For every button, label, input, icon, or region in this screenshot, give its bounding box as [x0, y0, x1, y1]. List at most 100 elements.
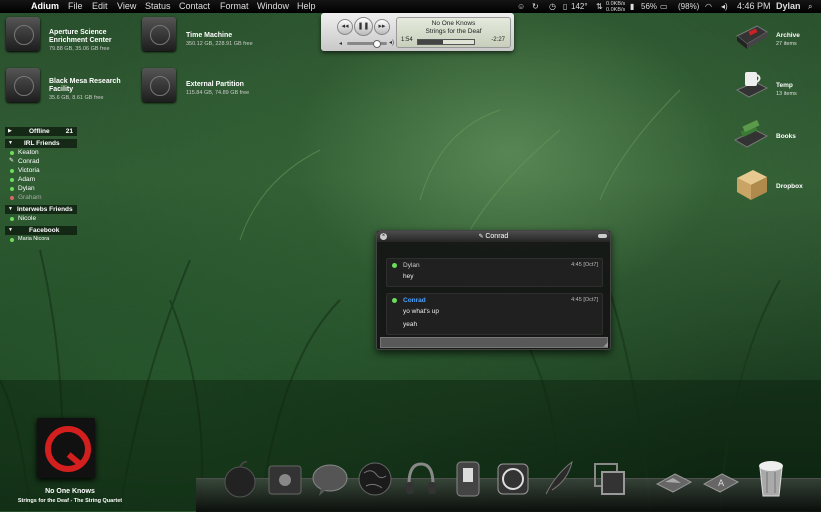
volume-low-icon: ◂ [339, 41, 343, 47]
contact-adam[interactable]: Adam [5, 175, 77, 184]
battery-percent[interactable]: (98%) [678, 0, 699, 13]
thermometer-icon[interactable]: ▯ [563, 0, 567, 13]
globe-icon[interactable] [356, 458, 394, 498]
song-progress-bar[interactable] [417, 39, 475, 45]
menu-status[interactable]: Status [145, 0, 171, 13]
contact-victoria[interactable]: Victoria [5, 166, 77, 175]
cpu-meter-icon[interactable]: ▮ [630, 0, 634, 13]
volume-knob[interactable] [373, 40, 381, 48]
battery-icon[interactable]: ▭ [660, 0, 668, 13]
contact-graham[interactable]: Graham [5, 193, 77, 202]
menu-edit[interactable]: Edit [92, 0, 108, 13]
contact-maria-nicora[interactable]: Maria Nicora [5, 235, 77, 244]
chat-titlebar[interactable]: × ✎ Conrad [377, 231, 610, 242]
contact-name: Conrad [18, 158, 40, 165]
contact-keaton[interactable]: Keaton [5, 148, 77, 157]
wifi-icon[interactable]: ◠ [705, 0, 712, 13]
menu-contact[interactable]: Contact [179, 0, 210, 13]
spotlight-icon[interactable]: ⌕ [808, 0, 812, 13]
menu-window[interactable]: Window [257, 0, 289, 13]
next-track-button[interactable]: ▸▸ [374, 19, 390, 35]
hard-drive-icon [6, 68, 40, 102]
desktop-item-count: 13 items [776, 91, 797, 97]
adium-status-icon[interactable]: ☺ [517, 0, 525, 13]
chat-window: × ✎ Conrad Dylan 4:45 [Oct7] hey Conrad … [376, 230, 611, 350]
disclosure-triangle-icon[interactable]: ▼ [8, 226, 13, 235]
disk-name: External Partition [186, 81, 244, 88]
contact-dylan[interactable]: Dylan [5, 184, 77, 193]
contact-name: Victoria [18, 167, 40, 174]
pause-button[interactable]: ❚❚ [354, 17, 373, 36]
contact-conrad[interactable]: ✎ Conrad [5, 157, 77, 166]
disk-info: 79.88 GB, 35.06 GB free [49, 46, 110, 52]
time-machine-icon[interactable]: ◷ [549, 0, 556, 13]
disclosure-triangle-icon[interactable]: ▼ [8, 205, 13, 214]
album-name: Strings for the Deaf [425, 28, 482, 35]
ichat-icon[interactable] [311, 458, 349, 498]
itunes-display: No One Knows Strings for the Deaf 1:54 -… [396, 17, 511, 48]
menu-file[interactable]: File [68, 0, 83, 13]
desktop-item-count: 27 items [776, 41, 797, 47]
album-art[interactable] [37, 418, 95, 478]
volume-icon[interactable]: ◂) [721, 0, 728, 13]
network-icon[interactable]: ⇅ [596, 0, 603, 13]
desktop-item-label: Archive [776, 32, 800, 39]
previous-track-button[interactable]: ◂◂ [337, 19, 353, 35]
online-status-icon [10, 151, 14, 155]
volume-slider[interactable] [347, 40, 387, 48]
applications-folder-icon[interactable]: A [702, 458, 740, 498]
disk-info: 350.12 GB, 228.91 GB free [186, 41, 253, 47]
pictures-folder-icon[interactable] [655, 458, 693, 498]
online-status-icon [10, 238, 14, 242]
disk-name: Aperture Science Enrichment Center [49, 29, 112, 44]
contact-name: Dylan [18, 185, 35, 192]
toolbar-toggle-button[interactable] [598, 234, 607, 238]
message-sender: Dylan [403, 262, 420, 269]
group-label: Interwebs Friends [17, 206, 73, 213]
contact-name: Keaton [18, 149, 39, 156]
close-icon[interactable]: × [380, 233, 387, 240]
finder-icon[interactable] [266, 458, 304, 498]
resize-grip-icon[interactable]: ◢ [603, 341, 608, 348]
message-text: hey [403, 273, 414, 280]
window-icon[interactable] [590, 458, 628, 498]
feather-icon[interactable] [540, 458, 578, 498]
external-drive-icon [142, 68, 176, 102]
message-input[interactable] [380, 337, 608, 348]
menu-help[interactable]: Help [297, 0, 316, 13]
sync-icon[interactable]: ↻ [532, 0, 539, 13]
online-status-icon [10, 169, 14, 173]
message-sender: Conrad [403, 297, 426, 304]
menu-app-name[interactable]: Adium [31, 0, 59, 13]
archive-box-icon [736, 25, 768, 49]
typing-pencil-icon: ✎ [9, 158, 15, 164]
disk-info: 115.84 GB, 74.89 GB free [186, 90, 250, 96]
temperature-readout[interactable]: 142° [571, 0, 588, 13]
menu-format[interactable]: Format [220, 0, 249, 13]
disclosure-triangle-icon[interactable]: ▶ [8, 127, 12, 136]
clock-icon[interactable] [494, 458, 532, 498]
remaining-time: -2:27 [491, 37, 505, 43]
contact-nicole[interactable]: Nicole [5, 214, 77, 223]
group-irl-friends[interactable]: ▼ IRL Friends [5, 139, 77, 148]
menu-view[interactable]: View [117, 0, 136, 13]
message-timestamp: 4:45 [Oct7] [571, 262, 598, 268]
group-interwebs-friends[interactable]: ▼ Interwebs Friends [5, 205, 77, 214]
network-down: 0.0KB/s [606, 7, 626, 13]
cpu-percent[interactable]: 56% [641, 0, 657, 13]
song-progress-fill [418, 40, 443, 44]
itunes-mini-player: ◂◂ ❚❚ ▸▸ ◂ ◂) No One Knows Strings for t… [321, 13, 514, 51]
group-offline[interactable]: ▶ Offline 21 [5, 127, 77, 136]
online-status-icon [10, 178, 14, 182]
disk-name: Black Mesa Research Facility [49, 78, 121, 93]
apple-icon[interactable] [221, 458, 259, 498]
trash-icon[interactable] [752, 458, 790, 498]
system-preferences-icon[interactable] [449, 458, 487, 498]
desktop-item-label: Books [776, 133, 796, 140]
menu-clock[interactable]: 4:46 PM [737, 0, 771, 13]
disclosure-triangle-icon[interactable]: ▼ [8, 139, 13, 148]
menu-user[interactable]: Dylan [776, 0, 801, 13]
away-status-icon [10, 196, 14, 200]
group-facebook[interactable]: ▼ Facebook [5, 226, 77, 235]
headphones-icon[interactable] [402, 458, 440, 498]
